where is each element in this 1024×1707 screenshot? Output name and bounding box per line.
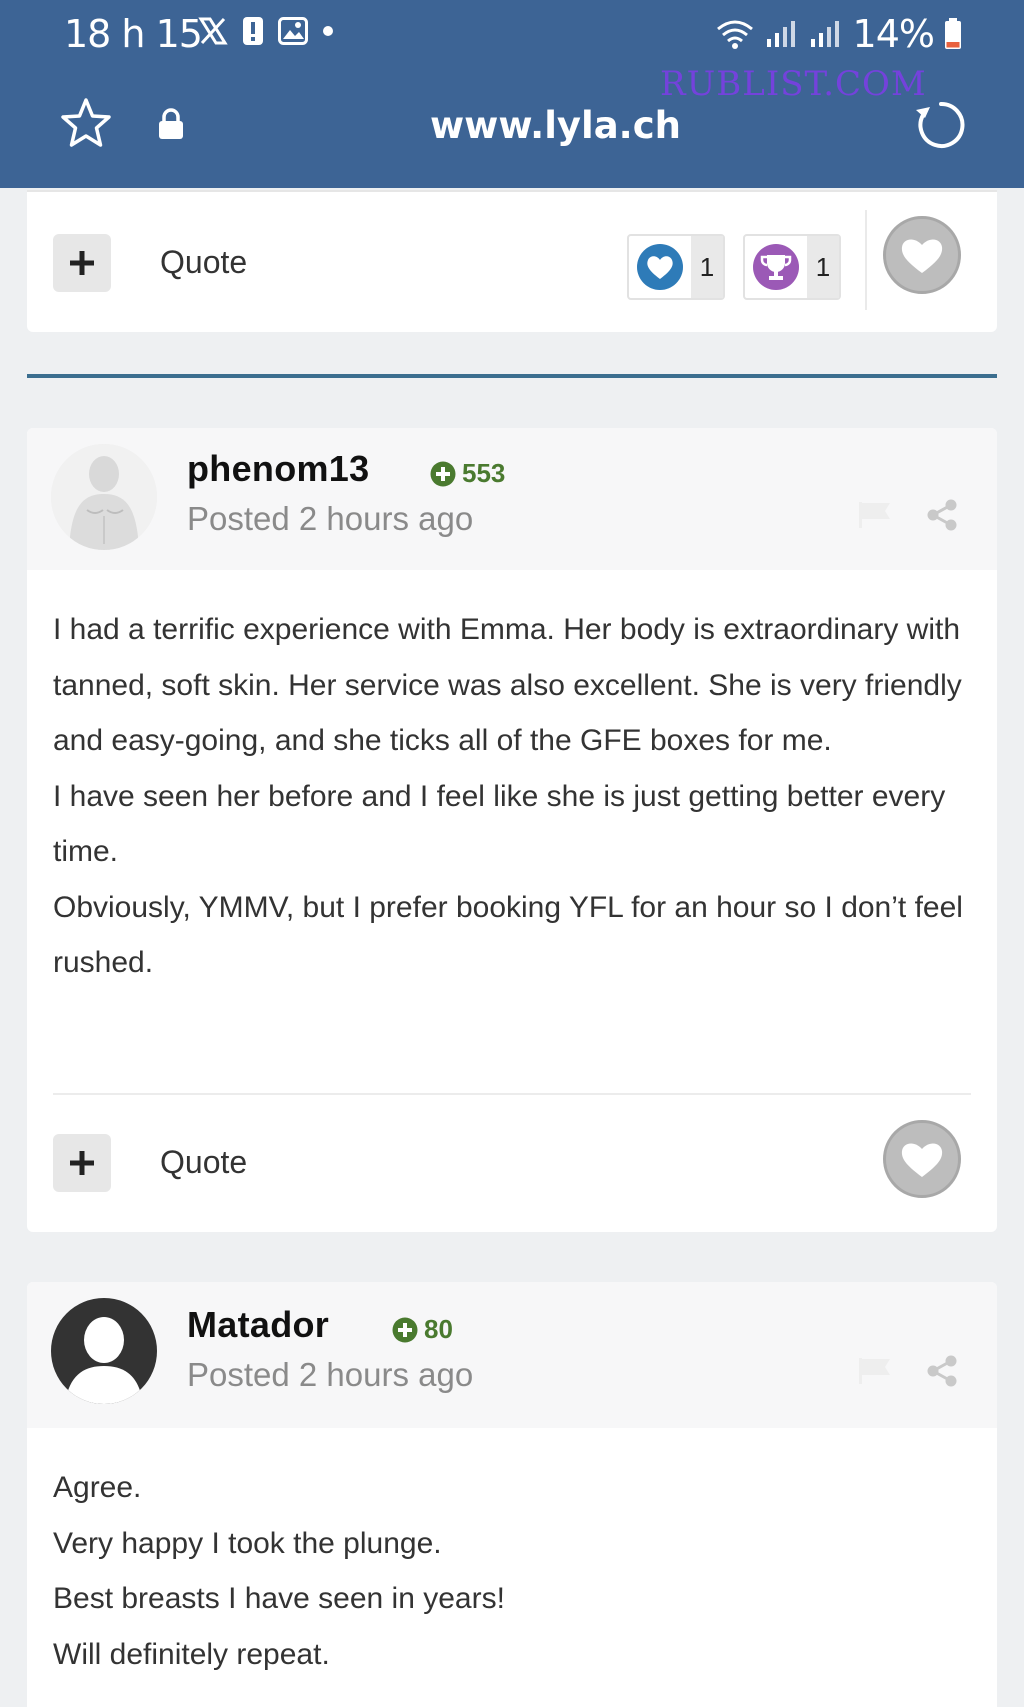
avatar[interactable] (51, 444, 157, 550)
share-icon[interactable] (925, 1354, 959, 1388)
post-paragraph: Obviously, YMMV, but I prefer booking YF… (53, 890, 963, 980)
like-button[interactable] (883, 1120, 961, 1198)
gallery-icon (278, 17, 308, 45)
notification-icons (198, 16, 334, 46)
plus-icon (70, 1151, 94, 1175)
bookmark-star-icon[interactable] (58, 96, 114, 152)
like-button[interactable] (883, 216, 961, 294)
watermark-logo: RUBLIST.COM (660, 64, 927, 104)
plus-icon (70, 251, 94, 275)
quote-button[interactable]: Quote (160, 1144, 247, 1181)
post-paragraph: Will definitely repeat. (53, 1637, 330, 1671)
author-name[interactable]: phenom13 (187, 448, 369, 490)
battery-percent: 14% (852, 12, 935, 56)
forum-post: Matador 80 Posted 2 hours ago Agree. Ver… (27, 1282, 997, 1707)
default-user-avatar-icon (51, 1298, 157, 1404)
reputation-badge: 553 (430, 458, 505, 489)
post-actions: Quote 1 1 (27, 210, 997, 312)
post-content: Agree. Very happy I took the plunge. Bes… (27, 1428, 997, 1682)
reputation-count: 553 (462, 458, 506, 488)
post-paragraph: I had a terrific experience with Emma. H… (53, 613, 962, 757)
status-bar: 18 h 15 14% (0, 0, 1024, 70)
url-bar: www.lyla.ch RUBLIST.COM (0, 64, 1024, 182)
plus-circle-icon (430, 461, 456, 486)
reaction-trophy[interactable]: 1 (743, 234, 841, 300)
divider (865, 210, 867, 310)
post-timestamp: Posted 2 hours ago (187, 1356, 474, 1393)
reputation-badge: 80 (392, 1314, 453, 1345)
signal-icon (766, 21, 795, 47)
trophy-reaction-icon (753, 244, 799, 290)
post-timestamp: Posted 2 hours ago (187, 500, 474, 537)
heart-icon (901, 239, 943, 273)
forum-post: phenom13 553 Posted 2 hours ago I had a … (27, 428, 997, 1232)
post-paragraph: Agree. (53, 1471, 142, 1504)
divider (53, 1093, 971, 1095)
reload-icon[interactable] (912, 96, 970, 154)
previous-post-footer: Quote 1 1 (27, 190, 997, 332)
post-header: Matador 80 Posted 2 hours ago (27, 1282, 997, 1428)
heart-reaction-icon (637, 244, 683, 290)
alert-icon (243, 17, 263, 45)
lock-icon[interactable] (158, 108, 184, 140)
multiquote-button[interactable] (53, 234, 111, 292)
post-paragraph: I have seen her before and I feel like s… (53, 779, 946, 869)
flag-icon[interactable] (857, 500, 893, 530)
reaction-count: 1 (807, 236, 839, 298)
url-text[interactable]: www.lyla.ch (430, 104, 681, 147)
reaction-like[interactable]: 1 (627, 234, 725, 300)
post-divider (27, 374, 997, 378)
signal-icon-2 (810, 21, 839, 47)
reputation-count: 80 (424, 1314, 453, 1344)
avatar[interactable] (51, 1298, 157, 1404)
post-paragraph: Very happy I took the plunge. (53, 1526, 442, 1560)
multiquote-button[interactable] (53, 1134, 111, 1192)
battery-icon (945, 18, 961, 49)
browser-chrome: 18 h 15 14% www.lyla.ch RUBLIST.COM (0, 0, 1024, 188)
status-time: 18 h 15 (64, 12, 203, 56)
plus-circle-icon (392, 1317, 418, 1342)
author-name[interactable]: Matador (187, 1304, 329, 1346)
flag-icon[interactable] (857, 1356, 893, 1386)
post-header: phenom13 553 Posted 2 hours ago (27, 428, 997, 570)
post-paragraph: Best breasts I have seen in years! (53, 1582, 505, 1615)
wifi-icon (716, 20, 753, 49)
share-icon[interactable] (925, 498, 959, 532)
post-actions: Quote (27, 1112, 997, 1212)
dot-icon (323, 26, 333, 36)
reaction-count: 1 (691, 236, 723, 298)
quote-button[interactable]: Quote (160, 244, 247, 281)
status-right: 14% (715, 12, 962, 56)
x-app-icon (198, 17, 228, 45)
post-content: I had a terrific experience with Emma. H… (27, 570, 997, 991)
heart-icon (901, 1143, 943, 1177)
user-photo-avatar (51, 444, 157, 550)
